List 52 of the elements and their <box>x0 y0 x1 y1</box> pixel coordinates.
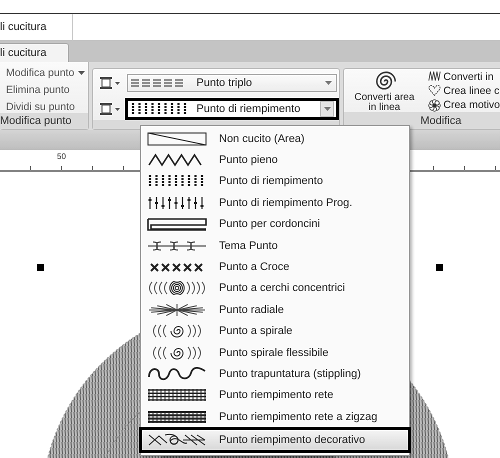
menu-item[interactable]: Punto a cerchi concentrici <box>141 278 409 300</box>
menu-item[interactable]: Punto di riempimento <box>141 170 409 192</box>
ribbon-command[interactable]: Modifica punto <box>6 66 86 79</box>
caret-icon <box>324 81 332 85</box>
menu-item[interactable]: Punto radiale <box>141 299 409 321</box>
spool-icon <box>99 76 114 90</box>
menu-item[interactable]: Punto spirale flessibile <box>141 342 409 364</box>
stitch-pattern-icon <box>147 217 207 232</box>
flower-icon <box>428 98 442 112</box>
ribbon-command[interactable]: Converti in <box>428 70 500 84</box>
stitch-pattern-icon <box>147 388 207 402</box>
spool-icon <box>99 102 114 116</box>
menu-item[interactable]: Punto per cordoncini <box>141 214 409 235</box>
menu-item[interactable]: Punto a Croce <box>141 256 409 278</box>
dropdown-value: Punto triplo <box>196 77 254 89</box>
convert-area-button[interactable]: Converti area in linea <box>344 69 424 113</box>
caret-icon <box>115 82 120 84</box>
ribbon-command[interactable]: Crea linee c <box>428 84 500 98</box>
menu-item[interactable]: Punto riempimento rete <box>141 384 409 406</box>
menu-item[interactable]: Punto di riempimento Prog. <box>141 192 409 214</box>
stitch-pattern-icon <box>147 366 207 381</box>
stitch-pattern-icon <box>147 433 207 448</box>
ribbon-command[interactable]: Crea motivo <box>428 98 500 112</box>
selection-handle[interactable] <box>436 264 443 271</box>
selection-handle[interactable] <box>37 264 44 271</box>
caret-icon <box>115 108 120 110</box>
stitch-pattern-icon <box>147 132 207 146</box>
stitch-pattern-icon <box>147 410 207 424</box>
menu-item[interactable]: Punto pieno <box>141 149 409 171</box>
dropdown-value: Punto di riempimento <box>196 103 302 115</box>
document-tab[interactable]: li cucitura <box>0 14 73 40</box>
stitch-pattern-icon <box>147 238 207 253</box>
zigzag-lines-icon <box>428 70 442 84</box>
heart-icon <box>428 84 442 98</box>
group-label: Modifica punto <box>0 113 88 129</box>
ribbon-command[interactable]: Elimina punto <box>6 83 70 96</box>
ribbon-tab[interactable]: li cucitura <box>0 43 69 62</box>
menu-item[interactable]: Tema Punto <box>141 234 409 256</box>
menu-item[interactable]: Punto riempimento rete a zigzag <box>141 406 409 428</box>
stitch-type-dropdown[interactable]: Punto di riempimento <box>125 98 340 120</box>
stitch-pattern-icon <box>147 281 207 296</box>
stitch-type-dropdown[interactable]: Punto triplo <box>127 74 338 92</box>
stitch-pattern-icon <box>147 302 207 317</box>
thread-color-button[interactable] <box>98 101 122 117</box>
caret-icon <box>324 107 331 111</box>
menu-item[interactable]: Punto a spirale <box>141 320 409 342</box>
dropdown-arrow-button[interactable] <box>320 101 334 117</box>
menu-item[interactable]: Punto trapuntatura (stippling) <box>141 363 409 385</box>
thread-color-button[interactable] <box>98 75 122 91</box>
ribbon-command[interactable]: Dividi su punto <box>6 100 75 113</box>
caret-icon <box>78 70 86 74</box>
menu-item[interactable]: Punto riempimento decorativo <box>139 427 411 454</box>
